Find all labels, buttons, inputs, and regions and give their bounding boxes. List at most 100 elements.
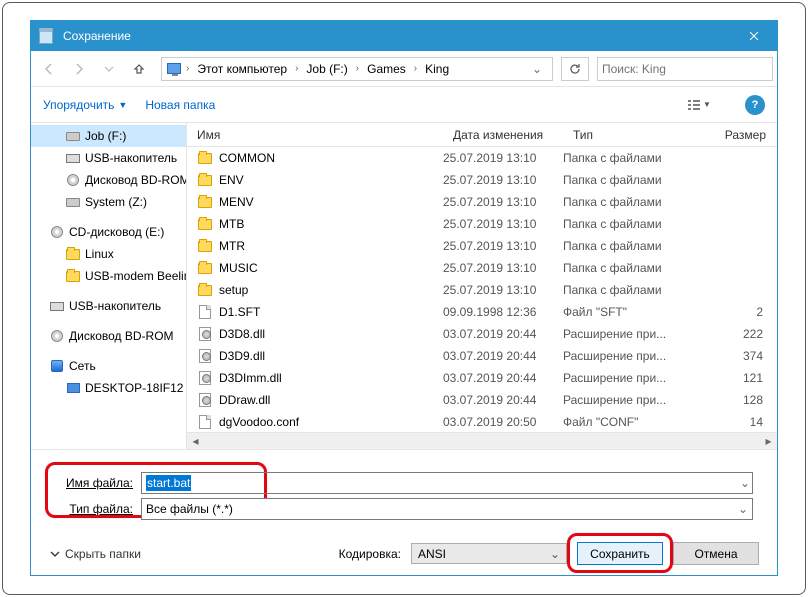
tree-item[interactable]: USB-накопитель [31,295,186,317]
col-type-header[interactable]: Тип [563,123,679,146]
window-title: Сохранение [63,29,731,43]
hide-folders-button[interactable]: Скрыть папки [49,547,141,561]
net-icon [49,358,65,374]
folder-icon [197,282,213,298]
body-area: Job (F:)USB-накопительДисковод BD-ROMSys… [31,123,777,449]
file-date: 25.07.2019 13:10 [443,239,563,253]
file-row[interactable]: MTB 25.07.2019 13:10 Папка с файлами [187,213,777,235]
file-name: DDraw.dll [219,393,270,407]
col-date-header[interactable]: Дата изменения [443,123,563,146]
scroll-right-icon[interactable]: ▸ [760,433,777,450]
file-name: setup [219,283,248,297]
close-button[interactable] [731,21,777,51]
dll-icon [197,392,213,408]
folder-icon [197,194,213,210]
tree-item[interactable]: Дисковод BD-ROM [31,169,186,191]
filetype-select[interactable]: Все файлы (*.*) ⌄ [141,498,753,520]
tree-item[interactable]: USB-modem Beeline [31,265,186,287]
scroll-left-icon[interactable]: ◂ [187,433,204,450]
file-date: 03.07.2019 20:44 [443,393,563,407]
bottom-panel: Имя файла: start.bat ⌄ Тип файла: Все фа… [31,449,777,575]
dll-icon [197,370,213,386]
file-name: D3DImm.dll [219,371,282,385]
navbar: › Этот компьютер › Job (F:) › Games › Ki… [31,51,777,87]
file-row[interactable]: MUSIC 25.07.2019 13:10 Папка с файлами [187,257,777,279]
filename-group: Имя файла: start.bat ⌄ Тип файла: Все фа… [49,464,759,528]
file-list[interactable]: COMMON 25.07.2019 13:10 Папка с файлами … [187,147,777,432]
chevron-down-icon[interactable]: ⌄ [738,502,748,516]
file-size: 14 [679,415,777,429]
file-row[interactable]: setup 25.07.2019 13:10 Папка с файлами [187,279,777,301]
pc-icon [166,61,182,77]
tree-item[interactable]: Linux [31,243,186,265]
col-size-header[interactable]: Размер [679,123,777,146]
file-row[interactable]: ENV 25.07.2019 13:10 Папка с файлами [187,169,777,191]
file-name: D1.SFT [219,305,260,319]
nav-up-button[interactable] [125,55,153,83]
tree-item[interactable]: DESKTOP-18IF12 [31,377,186,399]
cancel-button[interactable]: Отмена [673,542,759,565]
file-type: Расширение при... [563,393,679,407]
nav-forward-button[interactable] [65,55,93,83]
file-row[interactable]: D1.SFT 09.09.1998 12:36 Файл "SFT" 2 [187,301,777,323]
save-button[interactable]: Сохранить [577,542,663,565]
file-icon [197,414,213,430]
filename-input[interactable]: start.bat ⌄ [141,472,753,494]
breadcrumb[interactable]: › Этот компьютер › Job (F:) › Games › Ki… [161,57,553,81]
file-row[interactable]: MENV 25.07.2019 13:10 Папка с файлами [187,191,777,213]
file-date: 09.09.1998 12:36 [443,305,563,319]
file-row[interactable]: D3DImm.dll 03.07.2019 20:44 Расширение п… [187,367,777,389]
file-row[interactable]: D3D8.dll 03.07.2019 20:44 Расширение при… [187,323,777,345]
list-view-icon [687,99,701,111]
file-row[interactable]: DDraw.dll 03.07.2019 20:44 Расширение пр… [187,389,777,411]
new-folder-button[interactable]: Новая папка [145,98,215,112]
folder-icon [65,268,81,284]
hide-folders-label: Скрыть папки [65,547,141,561]
chevron-down-icon[interactable]: ⌄ [740,476,750,490]
view-options-button[interactable]: ▼ [679,93,719,117]
chevron-down-icon[interactable]: ⌄ [550,547,560,561]
breadcrumb-item[interactable]: Games [363,62,410,76]
tree-item[interactable]: System (Z:) [31,191,186,213]
nav-back-button[interactable] [35,55,63,83]
tree-item[interactable]: USB-накопитель [31,147,186,169]
organize-menu[interactable]: Упорядочить ▼ [43,98,127,112]
file-row[interactable]: COMMON 25.07.2019 13:10 Папка с файлами [187,147,777,169]
breadcrumb-item[interactable]: Этот компьютер [193,62,291,76]
file-row[interactable]: dgVoodoo.conf 03.07.2019 20:50 Файл "CON… [187,411,777,432]
folder-tree[interactable]: Job (F:)USB-накопительДисковод BD-ROMSys… [31,123,187,449]
chevron-right-icon: › [293,63,300,74]
encoding-label: Кодировка: [339,547,401,561]
tree-item[interactable]: Job (F:) [31,125,186,147]
folder-icon [197,150,213,166]
file-date: 25.07.2019 13:10 [443,195,563,209]
folder-icon [65,246,81,262]
breadcrumb-item[interactable]: King [421,62,453,76]
file-name: COMMON [219,151,275,165]
file-date: 25.07.2019 13:10 [443,217,563,231]
tree-item-label: Linux [85,247,114,261]
folder-icon [197,172,213,188]
tree-item[interactable]: CD-дисковод (E:) [31,221,186,243]
breadcrumb-item[interactable]: Job (F:) [302,62,351,76]
folder-icon [197,238,213,254]
horizontal-scrollbar[interactable]: ◂ ▸ [187,432,777,449]
file-row[interactable]: D3D9.dll 03.07.2019 20:44 Расширение при… [187,345,777,367]
tree-item-label: CD-дисковод (E:) [69,225,164,239]
tree-item-label: Дисковод BD-ROM [85,173,187,187]
tree-item[interactable]: Сеть [31,355,186,377]
file-date: 25.07.2019 13:10 [443,261,563,275]
file-date: 03.07.2019 20:44 [443,371,563,385]
chevron-down-icon: ▼ [703,100,711,109]
tree-item-label: Дисковод BD-ROM [69,329,174,343]
search-box[interactable] [597,57,773,81]
col-name-header[interactable]: Имя [187,123,443,146]
nav-recent-button[interactable] [95,55,123,83]
search-input[interactable] [602,62,768,76]
refresh-button[interactable] [561,57,589,81]
tree-item[interactable]: Дисковод BD-ROM [31,325,186,347]
file-row[interactable]: MTR 25.07.2019 13:10 Папка с файлами [187,235,777,257]
help-button[interactable]: ? [745,95,765,115]
encoding-select[interactable]: ANSI ⌄ [411,543,567,564]
chevron-down-icon[interactable]: ⌄ [526,62,548,76]
